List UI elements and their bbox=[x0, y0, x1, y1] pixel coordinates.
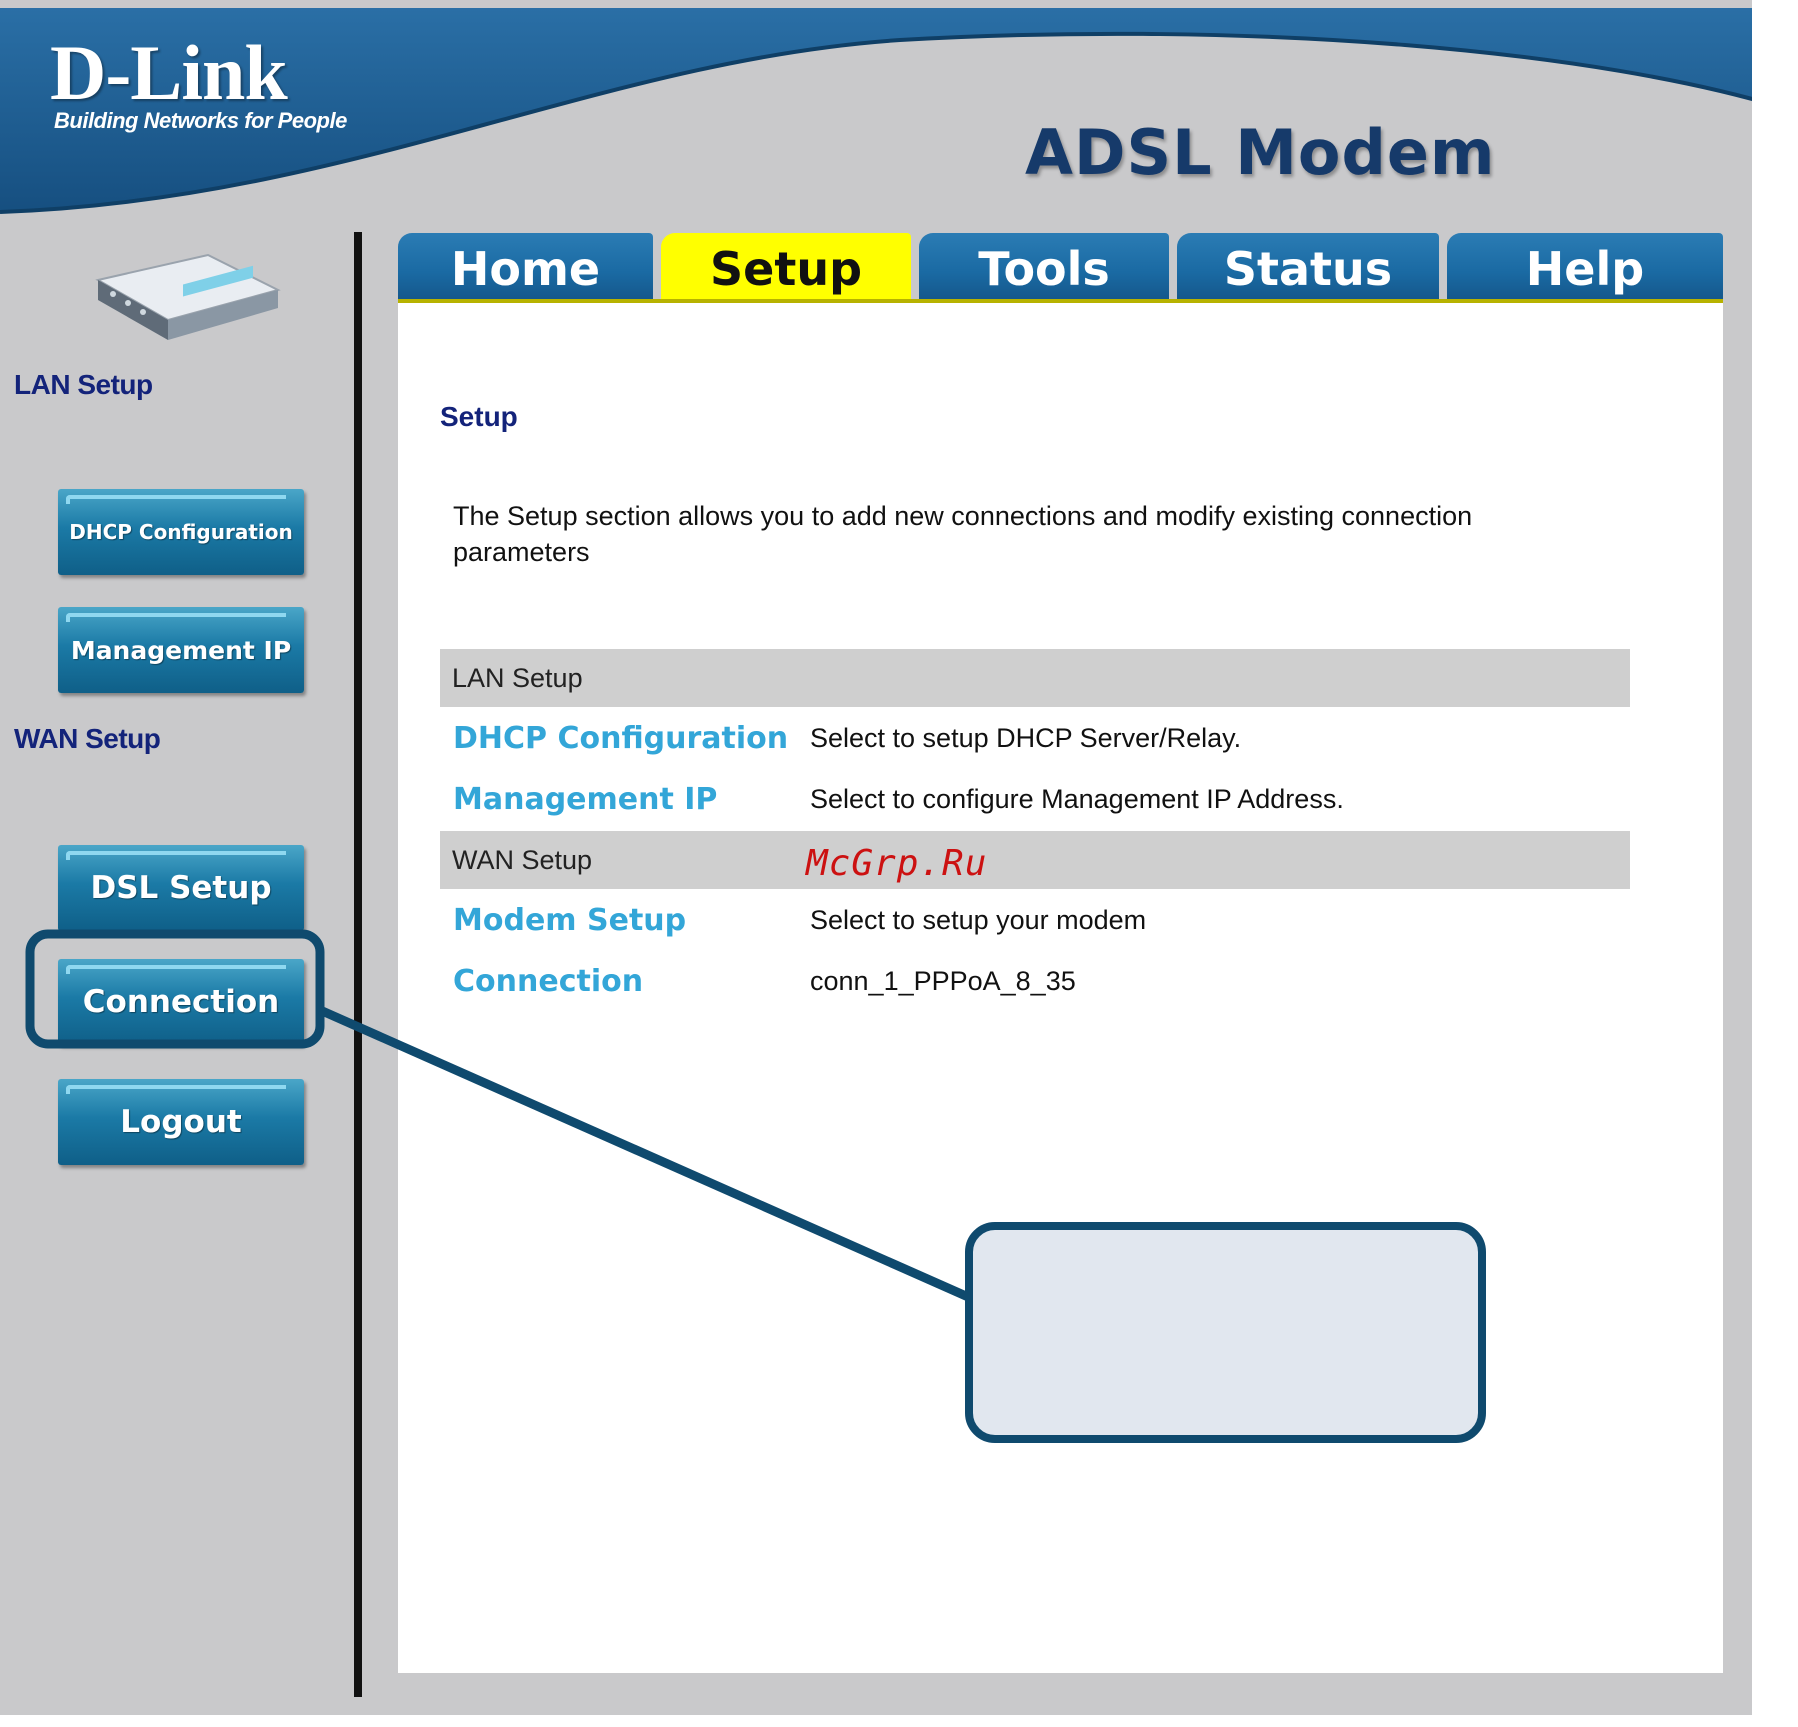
right-margin bbox=[1752, 0, 1798, 1727]
sidebar-divider bbox=[354, 232, 362, 1697]
section-description: The Setup section allows you to add new … bbox=[453, 501, 1473, 567]
wan-setup-group-header: WAN Setup bbox=[440, 831, 1630, 889]
sidebar: LAN Setup WAN Setup DHCP Configuration M… bbox=[0, 225, 360, 1705]
management-ip-link[interactable]: Management IP bbox=[453, 782, 717, 817]
dhcp-configuration-link[interactable]: DHCP Configuration bbox=[453, 721, 788, 756]
connection-name-value: conn_1_PPPoA_8_35 bbox=[810, 966, 1076, 996]
logo-tagline: Building Networks for People bbox=[54, 108, 347, 133]
setup-content-panel: Setup The Setup section allows you to ad… bbox=[398, 303, 1723, 1673]
management-ip-button[interactable]: Management IP bbox=[58, 607, 304, 693]
management-ip-description: Select to configure Management IP Addres… bbox=[810, 784, 1344, 814]
wan-setup-heading: WAN Setup bbox=[14, 723, 161, 754]
logout-button[interactable]: Logout bbox=[58, 1079, 304, 1165]
callout-box bbox=[965, 1222, 1486, 1443]
tab-tools[interactable]: Tools bbox=[919, 233, 1169, 299]
tab-help[interactable]: Help bbox=[1447, 233, 1723, 299]
watermark-text: McGrp.Ru bbox=[806, 843, 988, 884]
bottom-margin bbox=[0, 1715, 1798, 1727]
connection-button[interactable]: Connection bbox=[58, 959, 304, 1045]
modem-device-image bbox=[95, 253, 281, 340]
tab-status[interactable]: Status bbox=[1177, 233, 1439, 299]
tab-setup[interactable]: Setup bbox=[661, 233, 911, 299]
header-banner: D-Link Building Networks for People ADSL… bbox=[0, 0, 1798, 225]
main-tabs: Home Setup Tools Status Help bbox=[398, 233, 1723, 303]
dsl-setup-button[interactable]: DSL Setup bbox=[58, 845, 304, 931]
dhcp-configuration-description: Select to setup DHCP Server/Relay. bbox=[810, 723, 1242, 753]
connection-link[interactable]: Connection bbox=[453, 964, 643, 999]
page-frame: D-Link Building Networks for People ADSL… bbox=[0, 0, 1798, 1727]
modem-setup-link[interactable]: Modem Setup bbox=[453, 903, 686, 938]
modem-setup-description: Select to setup your modem bbox=[810, 905, 1147, 935]
lan-setup-heading: LAN Setup bbox=[14, 369, 153, 400]
dhcp-configuration-button[interactable]: DHCP Configuration bbox=[58, 489, 304, 575]
product-title: ADSL Modem bbox=[1025, 116, 1496, 189]
page-title: Setup bbox=[440, 401, 518, 432]
tab-home[interactable]: Home bbox=[398, 233, 653, 299]
dlink-logo: D-Link bbox=[50, 29, 288, 116]
lan-setup-group-header: LAN Setup bbox=[440, 649, 1630, 707]
